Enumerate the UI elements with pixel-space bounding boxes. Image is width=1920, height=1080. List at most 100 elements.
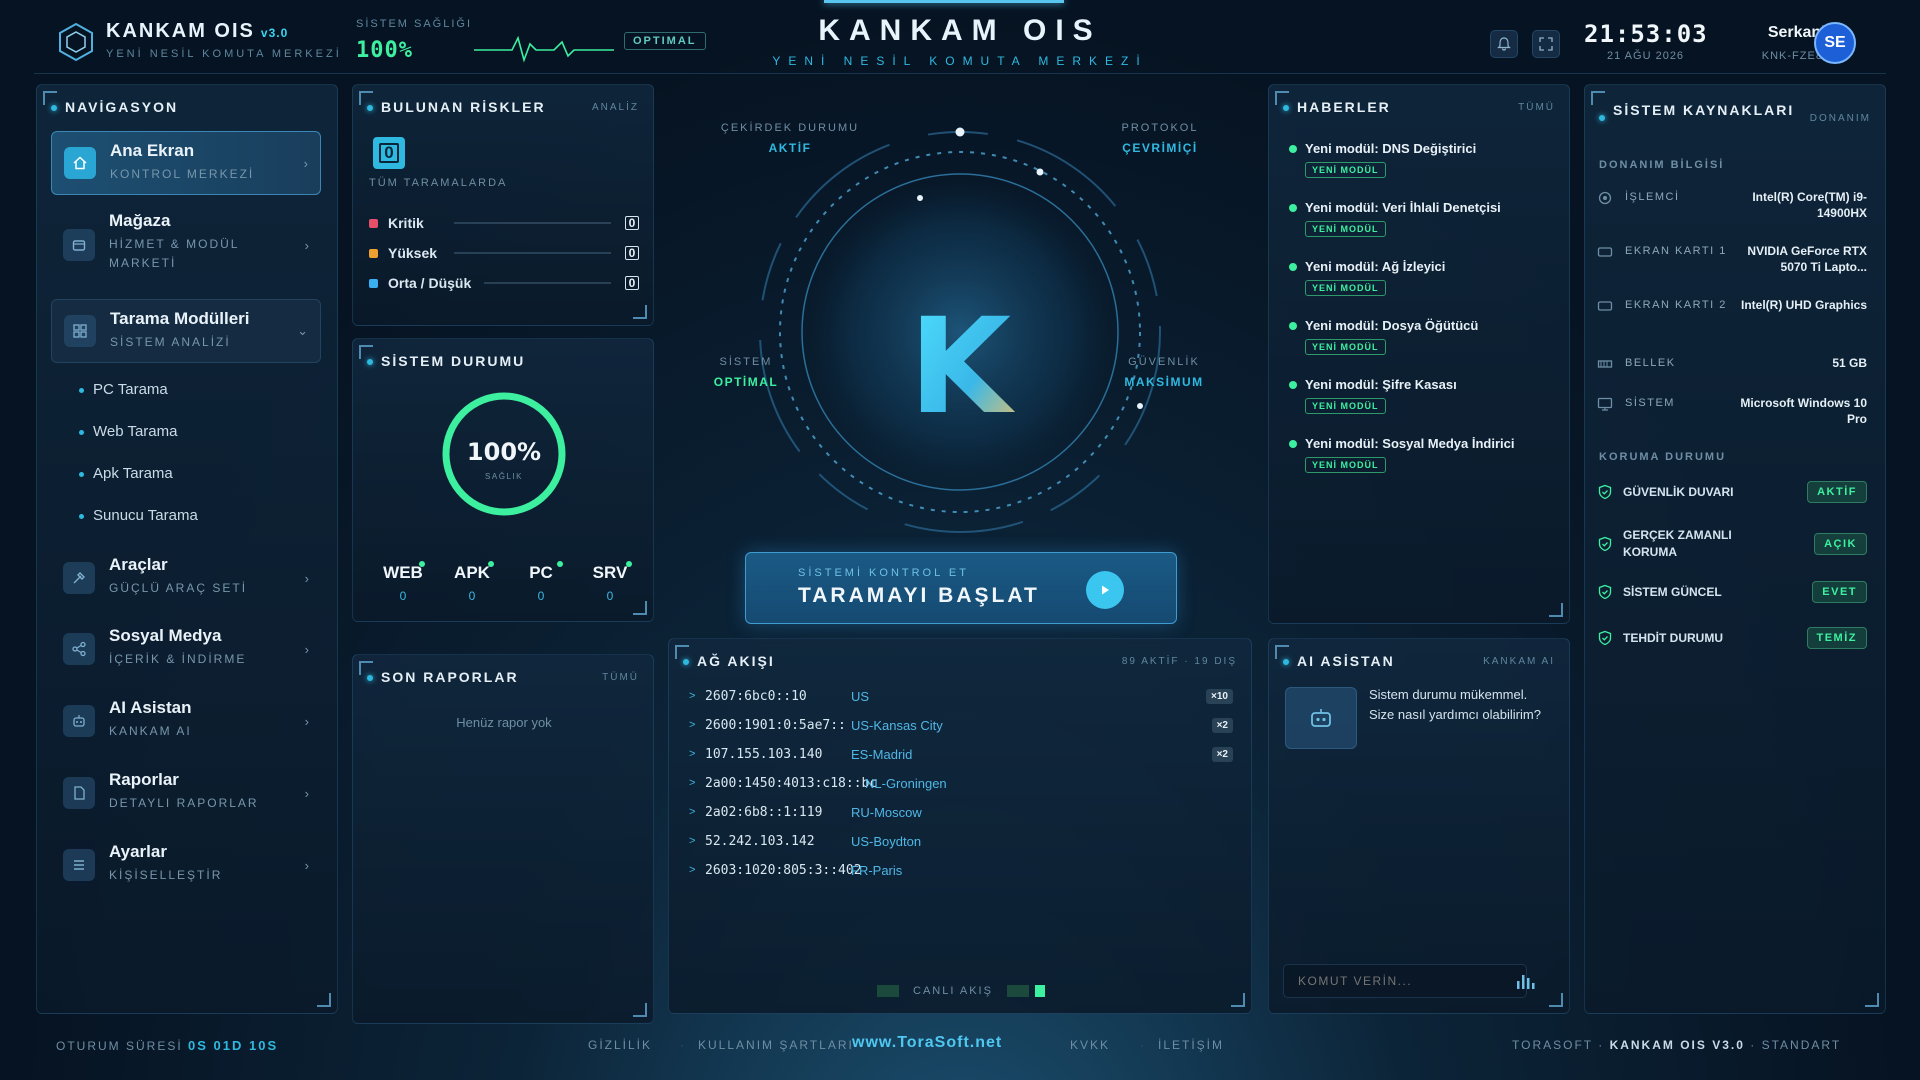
network-title: AĞ AKIŞI	[683, 653, 775, 669]
flow-row: >2a00:1450:4013:c18::bc NL-Groningen	[689, 775, 947, 791]
nav-item-social-media[interactable]: Sosyal Medya İÇERİK & İNDİRME ›	[51, 618, 321, 680]
start-scan-button[interactable]: SİSTEMİ KONTROL ET TARAMAYI BAŞLAT	[745, 552, 1177, 624]
notification-button[interactable]	[1490, 30, 1518, 58]
critical-square-icon	[369, 218, 378, 228]
new-module-tag: YENİ MODÜL	[1305, 457, 1386, 473]
navigation-panel: NAVİGASYON Ana Ekran KONTROL MERKEZİ › Ma…	[36, 84, 338, 1014]
risk-label: Kritik	[388, 215, 424, 231]
shield-check-icon	[1598, 536, 1612, 552]
flow-row: >2a02:6b8::1:119 RU-Moscow	[689, 804, 922, 820]
fullscreen-button[interactable]	[1532, 30, 1560, 58]
status-badge: AÇIK	[1814, 533, 1867, 555]
status-dot-icon	[488, 561, 494, 567]
nav-sub-label: SİSTEM ANALİZİ	[110, 335, 231, 349]
ai-bot-avatar	[1285, 687, 1357, 749]
chevron-right-icon: >	[689, 806, 696, 818]
hw-row-memory: BELLEK 51 GB	[1597, 355, 1867, 372]
fullscreen-icon	[1539, 37, 1553, 51]
analyze-link[interactable]: ANALİZ	[592, 102, 639, 113]
footer-link-privacy[interactable]: GİZLİLİK	[588, 1038, 652, 1052]
nav-item-scan-modules[interactable]: Tarama Modülleri SİSTEM ANALİZİ ⌄	[51, 299, 321, 363]
nav-label: Ana Ekran	[110, 141, 195, 160]
nav-item-store[interactable]: Mağaza HİZMET & MODÜL MARKETİ ›	[51, 205, 321, 285]
sub-item-server-scan[interactable]: Sunucu Tarama	[79, 507, 198, 524]
gauge-value: 100%	[467, 438, 541, 466]
news-item[interactable]: Yeni modül: Ağ İzleyici YENİ MODÜL	[1289, 259, 1559, 296]
risk-value: 0	[625, 246, 639, 260]
nav-item-ai-assistant[interactable]: AI Asistan KANKAM AI ›	[51, 690, 321, 752]
start-scan-sub: SİSTEMİ KONTROL ET	[798, 567, 969, 579]
nav-label: Tarama Modülleri	[110, 309, 250, 328]
ai-command-input[interactable]	[1283, 964, 1527, 998]
audio-bars-icon	[1517, 975, 1535, 989]
sub-item-web-scan[interactable]: Web Tarama	[79, 423, 178, 440]
risk-caption: TÜM TARAMALARDA	[369, 177, 508, 189]
ai-title: AI ASİSTAN	[1283, 653, 1395, 669]
chevron-right-icon: >	[689, 835, 696, 847]
shield-check-icon	[1598, 484, 1612, 500]
metric-pc: PC 0	[511, 561, 571, 603]
footer-product-info: TORASOFT · KANKAM OIS V3.0 · STANDART	[1512, 1038, 1842, 1052]
news-all-link[interactable]: TÜMÜ	[1518, 102, 1555, 113]
gpu-icon	[1597, 301, 1613, 311]
flow-row: >107.155.103.140 ES-Madrid ×2	[689, 743, 1233, 765]
chevron-right-icon: ›	[304, 641, 309, 657]
hw-row-gpu-1: EKRAN KARTI 1 NVIDIA GeForce RTX 5070 Ti …	[1597, 243, 1867, 275]
sub-item-pc-scan[interactable]: PC Tarama	[79, 381, 168, 398]
nav-sub-label: HİZMET & MODÜL MARKETİ	[109, 237, 240, 270]
chevron-right-icon: ›	[304, 785, 309, 801]
nav-label: Raporlar	[109, 770, 179, 789]
news-item[interactable]: Yeni modül: Dosya Öğütücü YENİ MODÜL	[1289, 318, 1559, 355]
health-gauge: 100% SAĞLIK	[442, 392, 566, 516]
chevron-right-icon: >	[689, 777, 696, 789]
risk-value: 0	[625, 216, 639, 230]
footer-link-contact[interactable]: İLETİŞİM	[1158, 1038, 1224, 1052]
date: 21 AĞU 2026	[1607, 50, 1685, 62]
footer-link-kvkk[interactable]: KVKK	[1070, 1038, 1110, 1052]
nav-sub-label: KONTROL MERKEZİ	[110, 167, 255, 181]
avatar[interactable]: SE	[1814, 22, 1856, 64]
reports-title: SON RAPORLAR	[367, 669, 519, 685]
status-title: SİSTEM DURUMU	[367, 353, 525, 369]
footer: OTURUM SÜRESİ 0S 01D 10S GİZLİLİK · KULL…	[56, 1034, 1842, 1053]
nav-item-tools[interactable]: Araçlar GÜÇLÜ ARAÇ SETİ ›	[51, 547, 321, 609]
nav-item-home[interactable]: Ana Ekran KONTROL MERKEZİ ›	[51, 131, 321, 195]
system-status-panel: SİSTEM DURUMU 100% SAĞLIK WEB 0 APK 0 PC 0 …	[352, 338, 654, 622]
reports-panel: SON RAPORLAR TÜMÜ Henüz rapor yok	[352, 654, 654, 1024]
nav-label: Ayarlar	[109, 842, 167, 861]
protection-section-label: KORUMA DURUMU	[1599, 451, 1727, 463]
chevron-right-icon: ›	[304, 570, 309, 586]
monitor-icon	[1597, 397, 1613, 411]
chevron-right-icon: >	[689, 690, 696, 702]
risk-row-medium-low: Orta / Düşük 0	[369, 273, 639, 293]
news-title: HABERLER	[1283, 99, 1391, 115]
new-module-tag: YENİ MODÜL	[1305, 398, 1386, 414]
system-label: SİSTEM OPTİMAL	[676, 356, 816, 389]
risk-row-critical: Kritik 0	[369, 213, 639, 233]
chevron-right-icon: ›	[304, 237, 309, 253]
footer-website-link[interactable]: www.ToraSoft.net	[852, 1034, 1002, 1052]
risk-total-value: 0	[379, 143, 399, 163]
nav-item-reports[interactable]: Raporlar DETAYLI RAPORLAR ›	[51, 762, 321, 824]
sub-item-apk-scan[interactable]: Apk Tarama	[79, 465, 173, 482]
nav-label: Mağaza	[109, 211, 171, 230]
status-dot-icon	[419, 561, 425, 567]
risks-panel: BULUNAN RİSKLER ANALİZ 0 TÜM TARAMALARDA …	[352, 84, 654, 326]
protocol-label: PROTOKOL ÇEVRİMİÇİ	[1090, 122, 1230, 155]
news-item[interactable]: Yeni modül: DNS Değiştirici YENİ MODÜL	[1289, 141, 1559, 178]
prot-row-updated: SİSTEM GÜNCEL EVET	[1597, 581, 1867, 603]
nav-item-settings[interactable]: Ayarlar KİŞİSELLEŞTİR ›	[51, 834, 321, 896]
gpu-icon	[1597, 247, 1613, 257]
prot-row-threat: TEHDİT DURUMU TEMİZ	[1597, 627, 1867, 649]
start-scan-label: TARAMAYI BAŞLAT	[798, 584, 1040, 607]
voice-button[interactable]	[1515, 971, 1537, 996]
news-item[interactable]: Yeni modül: Sosyal Medya İndirici YENİ MO…	[1289, 436, 1559, 473]
reports-all-link[interactable]: TÜMÜ	[602, 672, 639, 683]
news-item[interactable]: Yeni modül: Şifre Kasası YENİ MODÜL	[1289, 377, 1559, 414]
new-module-tag: YENİ MODÜL	[1305, 339, 1386, 355]
nav-sub-label: DETAYLI RAPORLAR	[109, 796, 259, 810]
network-flow-panel: AĞ AKIŞI 89 AKTİF · 19 DIŞ >2607:6bc0::10…	[668, 638, 1252, 1014]
news-item[interactable]: Yeni modül: Veri İhlali Denetçisi YENİ MO…	[1289, 200, 1559, 237]
chevron-right-icon: >	[689, 748, 696, 760]
footer-link-terms[interactable]: KULLANIM ŞARTLARI	[698, 1038, 854, 1052]
